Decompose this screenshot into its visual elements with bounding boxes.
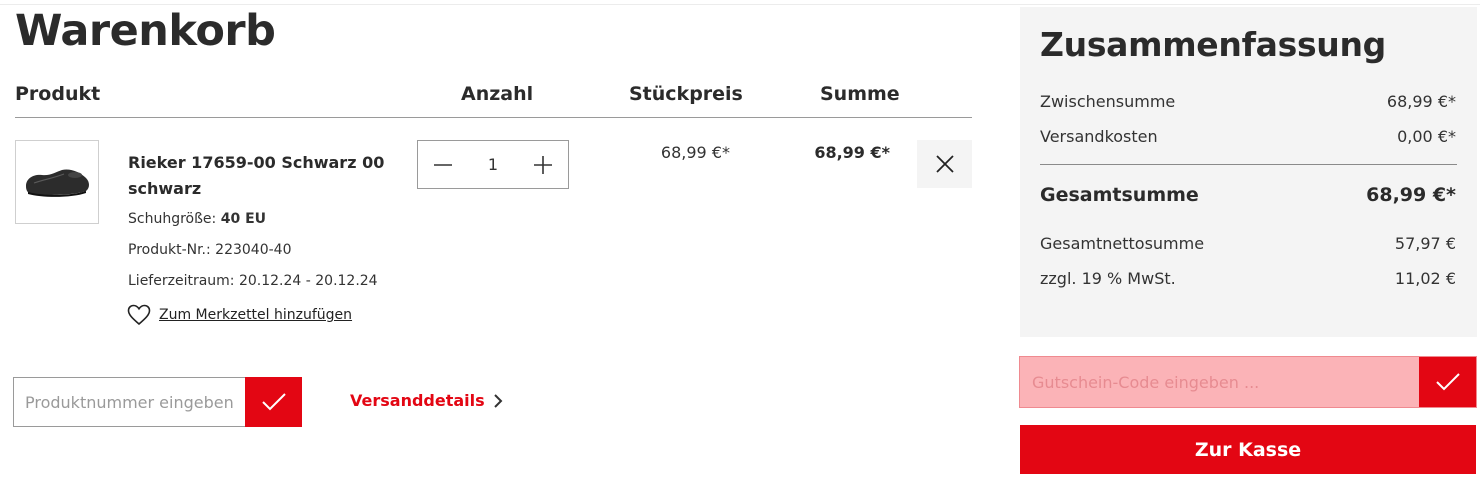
- plus-icon: [534, 155, 552, 174]
- black-shoe-image: [26, 169, 89, 197]
- delivery-period: Lieferzeitraum: 20.12.24 - 20.12.24: [128, 273, 378, 289]
- column-header-unit-price: Stückpreis: [629, 83, 743, 105]
- checkout-button[interactable]: Zur Kasse: [1020, 425, 1476, 474]
- column-header-product: Produkt: [15, 83, 101, 105]
- grand-total-label: Gesamtsumme: [1040, 184, 1199, 206]
- heart-icon: [127, 304, 151, 326]
- column-header-total: Summe: [820, 83, 900, 105]
- top-divider: [0, 4, 1480, 5]
- voucher-form: [1019, 356, 1477, 408]
- size-label: Schuhgröße:: [128, 211, 217, 227]
- remove-item-button[interactable]: [917, 140, 972, 188]
- summary-divider: [1040, 164, 1457, 165]
- table-header-divider: [15, 117, 972, 118]
- decrease-quantity-button[interactable]: [418, 141, 468, 188]
- summary-title: Zusammenfassung: [1040, 25, 1386, 64]
- checkmark-icon: [1435, 373, 1460, 391]
- product-size: Schuhgröße: 40 EU: [128, 211, 266, 227]
- product-number-submit-button[interactable]: [245, 377, 302, 427]
- product-number-input[interactable]: [13, 377, 245, 427]
- shipping-details-label: Versanddetails: [350, 391, 485, 410]
- column-header-quantity: Anzahl: [461, 83, 534, 105]
- close-icon: [935, 155, 954, 173]
- product-image[interactable]: [15, 140, 99, 224]
- size-value: 40 EU: [220, 211, 267, 227]
- shipping-details-link[interactable]: Versanddetails: [350, 391, 503, 410]
- wishlist-label: Zum Merkzettel hinzufügen: [159, 307, 353, 323]
- add-to-wishlist-link[interactable]: Zum Merkzettel hinzufügen: [127, 304, 352, 326]
- subtotal-label: Zwischensumme: [1040, 92, 1176, 111]
- shipping-cost-value: 0,00 €*: [1397, 127, 1456, 146]
- vat-value: 11,02 €: [1394, 269, 1456, 288]
- quantity-input[interactable]: [468, 141, 518, 188]
- minus-icon: [434, 163, 452, 166]
- net-total-value: 57,97 €: [1394, 234, 1456, 253]
- unit-price: 68,99 €*: [660, 143, 730, 162]
- line-total: 68,99 €*: [814, 143, 890, 162]
- voucher-submit-button[interactable]: [1419, 357, 1476, 407]
- product-number: Produkt-Nr.: 223040-40: [128, 242, 292, 258]
- net-total-label: Gesamtnettosumme: [1040, 234, 1205, 253]
- order-summary-panel: Zusammenfassung Zwischensumme 68,99 €* V…: [1020, 7, 1477, 337]
- page-title: Warenkorb: [15, 6, 276, 56]
- product-name[interactable]: Rieker 17659-00 Schwarz 00 schwarz: [128, 150, 388, 202]
- grand-total-value: 68,99 €*: [1366, 184, 1456, 206]
- checkmark-icon: [261, 393, 286, 411]
- voucher-code-input[interactable]: [1020, 357, 1418, 407]
- vat-label: zzgl. 19 % MwSt.: [1040, 269, 1176, 288]
- subtotal-value: 68,99 €*: [1386, 92, 1456, 111]
- chevron-right-icon: [493, 393, 503, 408]
- increase-quantity-button[interactable]: [518, 141, 568, 188]
- shipping-cost-label: Versandkosten: [1040, 127, 1158, 146]
- quantity-stepper[interactable]: [417, 140, 569, 189]
